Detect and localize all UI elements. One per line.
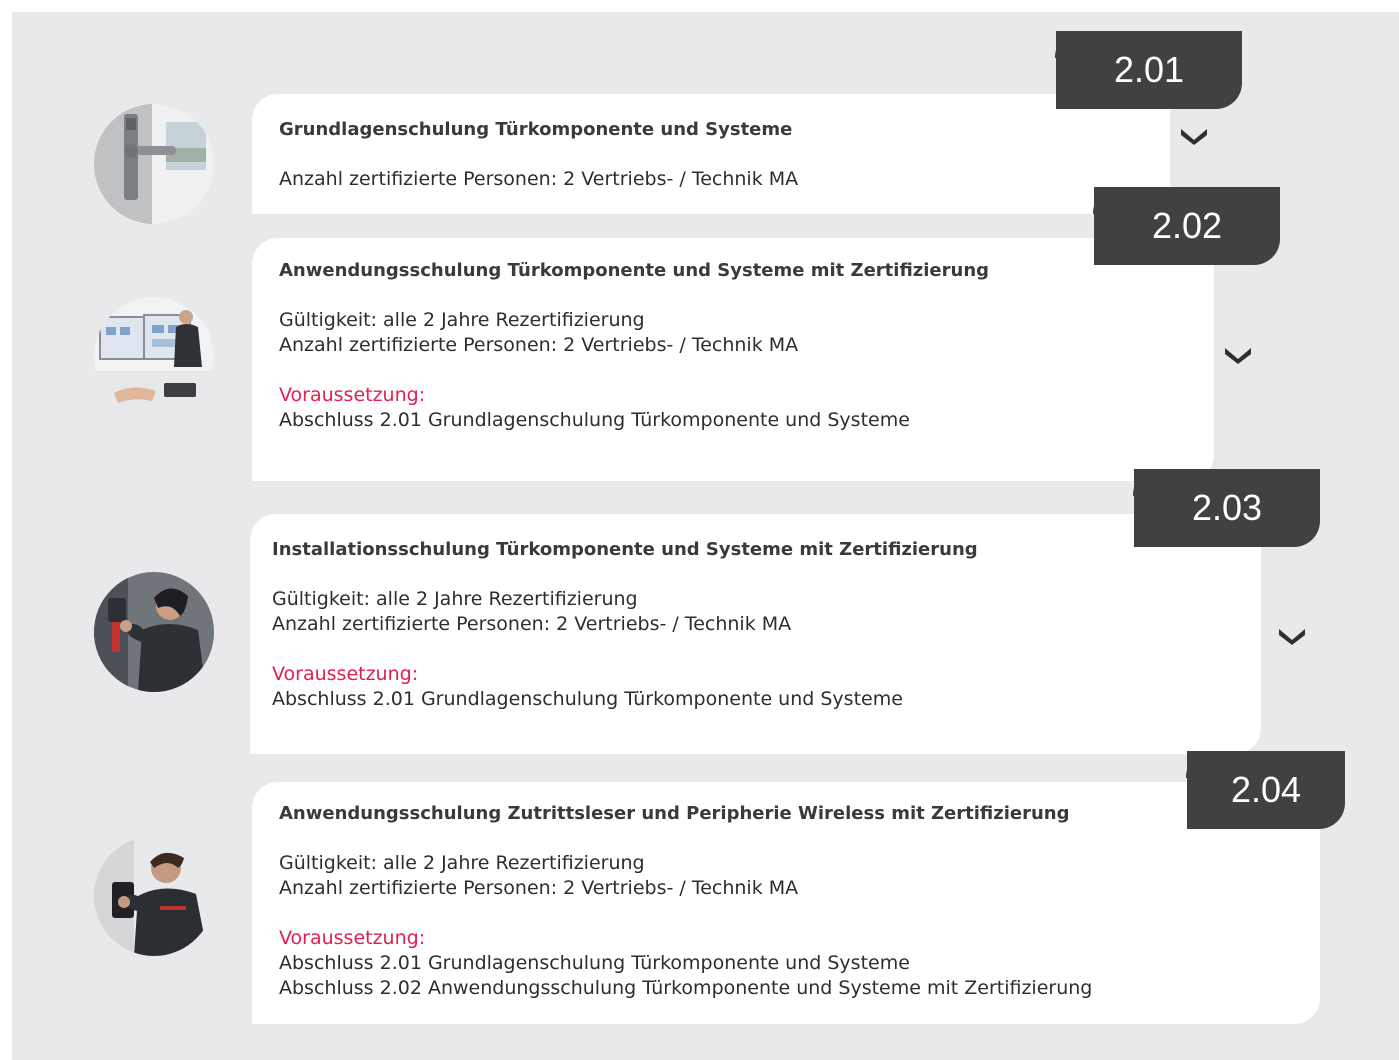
module-detail-line: Anzahl zertifizierte Personen: 2 Vertrie… [279,877,799,899]
requirement-label: Voraussetzung: [279,384,426,406]
wall-reader-photo [94,836,214,956]
module-details: Gültigkeit: alle 2 Jahre Rezertifizierun… [279,851,1092,1001]
training-monitors-photo [94,297,214,417]
module-details: Gültigkeit: alle 2 Jahre Rezertifizierun… [279,308,910,433]
module-details: Anzahl zertifizierte Personen: 2 Vertrie… [279,167,798,192]
module-number-badge: 2.02 [1093,187,1280,265]
requirement-label: Voraussetzung: [279,927,426,949]
module-title: Installationsschulung Türkomponente und … [272,539,978,560]
module-detail-line: Anzahl zertifizierte Personen: 2 Vertrie… [279,334,799,356]
module-detail-line: Gültigkeit: alle 2 Jahre Rezertifizierun… [272,588,638,610]
requirement-line: Abschluss 2.01 Grundlagenschulung Türkom… [272,688,903,710]
door-handle-photo [94,104,214,224]
chevron-down-icon[interactable] [1277,626,1307,646]
module-detail-line: Anzahl zertifizierte Personen: 2 Vertrie… [279,168,799,190]
module-number-badge: 2.04 [1186,751,1345,829]
module-details: Gültigkeit: alle 2 Jahre Rezertifizierun… [272,587,903,712]
module-number-badge: 2.01 [1055,31,1242,109]
requirement-line: Abschluss 2.01 Grundlagenschulung Türkom… [279,952,910,974]
module-detail-line: Gültigkeit: alle 2 Jahre Rezertifizierun… [279,309,645,331]
chevron-down-icon[interactable] [1223,345,1253,365]
requirement-label: Voraussetzung: [272,663,419,685]
chevron-down-icon[interactable] [1179,126,1209,146]
module-title: Grundlagenschulung Türkomponente und Sys… [279,119,793,140]
requirement-line: Abschluss 2.02 Anwendungsschulung Türkom… [279,977,1093,999]
installer-photo [94,572,214,692]
module-number-badge: 2.03 [1133,469,1320,547]
module-title: Anwendungsschulung Zutrittsleser und Per… [279,803,1070,824]
requirement-line: Abschluss 2.01 Grundlagenschulung Türkom… [279,409,910,431]
module-detail-line: Anzahl zertifizierte Personen: 2 Vertrie… [272,613,792,635]
module-title: Anwendungsschulung Türkomponente und Sys… [279,260,990,281]
module-card-2-01 [252,94,1170,214]
module-detail-line: Gültigkeit: alle 2 Jahre Rezertifizierun… [279,852,645,874]
